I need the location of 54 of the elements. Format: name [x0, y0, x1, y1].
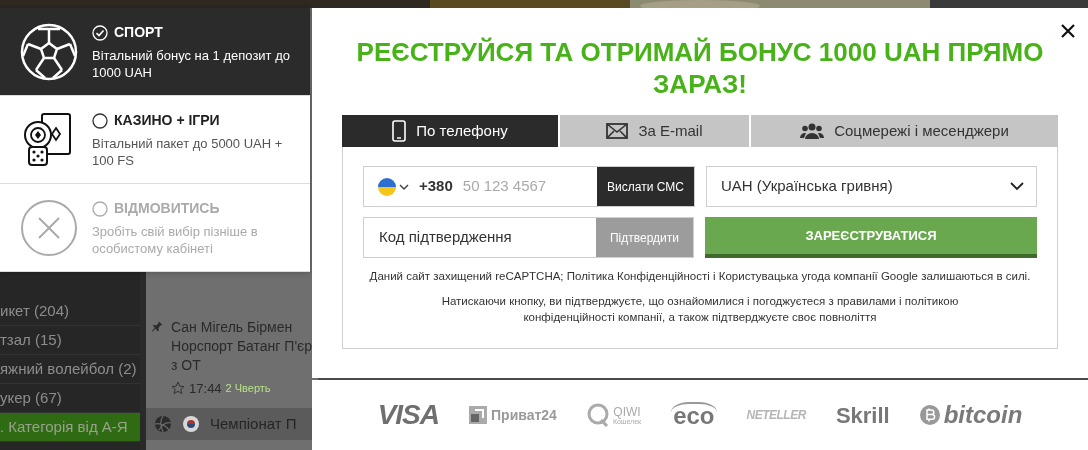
legal-note: Натискаючи кнопку, ви підтверджуєте, що ознайомилися і погоджуєтеся з правилами і політикою конфіденційності компанії, а також підтверджуєте своє повноліття	[440, 294, 960, 325]
option-title: ВІДМОВИТИСЬ	[114, 199, 220, 218]
chevron-down-icon	[1010, 182, 1024, 191]
team-name: з ОТ	[171, 355, 202, 375]
sidebar-item[interactable]: икет (204)	[0, 297, 140, 326]
privat-logo-icon	[469, 406, 487, 424]
checked-radio-icon[interactable]	[92, 24, 108, 41]
phone-icon	[392, 120, 407, 142]
bonus-option[interactable]: СПОРТ Вітальний бонус на 1 депозит до 1000 UAH	[0, 8, 310, 96]
legal-link[interactable]: Користувацька угода	[718, 270, 831, 282]
match-period: 2 Чверть	[225, 381, 271, 396]
legal-link[interactable]: правилами	[836, 295, 896, 307]
tab[interactable]: Соцмережі і месенджери	[751, 115, 1058, 147]
envelope-icon	[606, 123, 629, 139]
people-icon	[800, 122, 825, 140]
flag-icon	[182, 415, 200, 433]
legal-note: Даний сайт захищений reCAPTCHA; Політика Конфіденційності і Користувацька угода компанії Google залишаються в силі.	[368, 269, 1032, 284]
legal-link[interactable]: політикою	[904, 295, 959, 307]
option-description: Вітальний бонус на 1 депозит до 1000 UAH	[92, 47, 291, 81]
match-time: 17:44	[189, 379, 222, 398]
bonus-option[interactable]: КАЗИНО + ІГРИ Вітальний пакет до 5000 UAH + 100 FS	[0, 96, 310, 184]
radio-icon[interactable]	[92, 112, 108, 129]
sidebar-item[interactable]: яжний волейбол (2)	[0, 355, 140, 384]
sidebar-item[interactable]: тзал (15)	[0, 326, 140, 355]
tab[interactable]: За E-mail	[560, 115, 749, 147]
team-name: Сан Мігель Бірмен	[171, 317, 294, 337]
flag-icon	[378, 177, 396, 196]
team-name: Норспорт Батанг П'єр	[171, 336, 312, 356]
currency-select[interactable]: UAH (Українська гривня)	[706, 166, 1037, 207]
radio-icon[interactable]	[92, 200, 108, 217]
currency-value: UAH (Українська гривня)	[721, 176, 893, 197]
modal-title: РЕЄСТРУЙСЯ ТА ОТРИМАЙ БОНУС 1000 UAH ПРЯМО ЗАРАЗ!	[355, 36, 1045, 100]
star-icon	[171, 381, 186, 396]
payment-logo: Skrill	[835, 401, 890, 430]
legal-link[interactable]: Політика Конфіденційності	[566, 270, 710, 282]
payment-logo: bitcoin	[919, 397, 1023, 433]
tab[interactable]: По телефону	[342, 115, 558, 147]
option-description: Зробіть свій вибір пізніше в особистому кабінеті	[92, 223, 259, 257]
qiwi-logo-icon	[586, 403, 609, 427]
option-title: КАЗИНО + ІГРИ	[114, 111, 220, 130]
chevron-down-icon	[399, 182, 409, 191]
country-code: +380	[418, 176, 454, 197]
volleyball-icon	[154, 415, 172, 433]
option-description: Вітальний пакет до 5000 UAH + 100 FS	[92, 135, 284, 169]
bitcoin-coin-icon	[919, 405, 940, 425]
payment-logo: eco	[671, 402, 717, 428]
send-sms-button[interactable]: Вислати СМС	[597, 167, 694, 206]
x-circle-icon	[20, 198, 78, 257]
payment-logo: NETELLER	[746, 407, 806, 424]
soccer-ball-icon	[20, 22, 78, 81]
option-title: СПОРТ	[114, 23, 163, 42]
payment-logo: Приват24	[469, 404, 557, 426]
phone-field[interactable]: +380 50 123 4567 Вислати СМС	[363, 166, 695, 207]
payment-logo: VISA	[377, 398, 439, 432]
